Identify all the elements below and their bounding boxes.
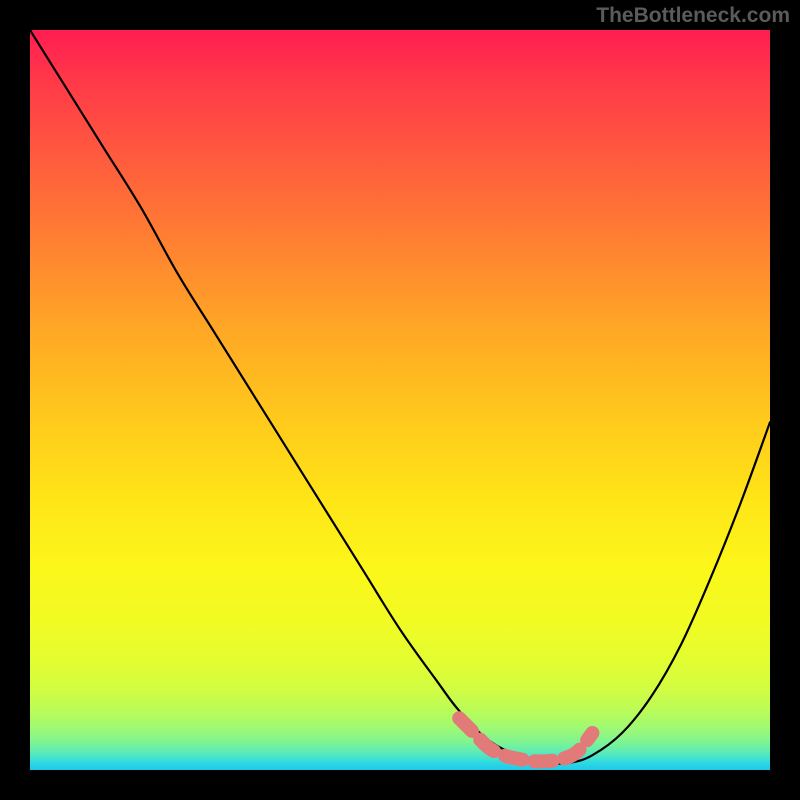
chart-stage: TheBottleneck.com: [0, 0, 800, 800]
chart-plot-area: [30, 30, 770, 770]
chart-svg: [30, 30, 770, 770]
bottleneck-curve-path: [30, 30, 770, 764]
watermark-text: TheBottleneck.com: [596, 4, 790, 28]
optimal-range-highlight-path: [459, 718, 592, 761]
